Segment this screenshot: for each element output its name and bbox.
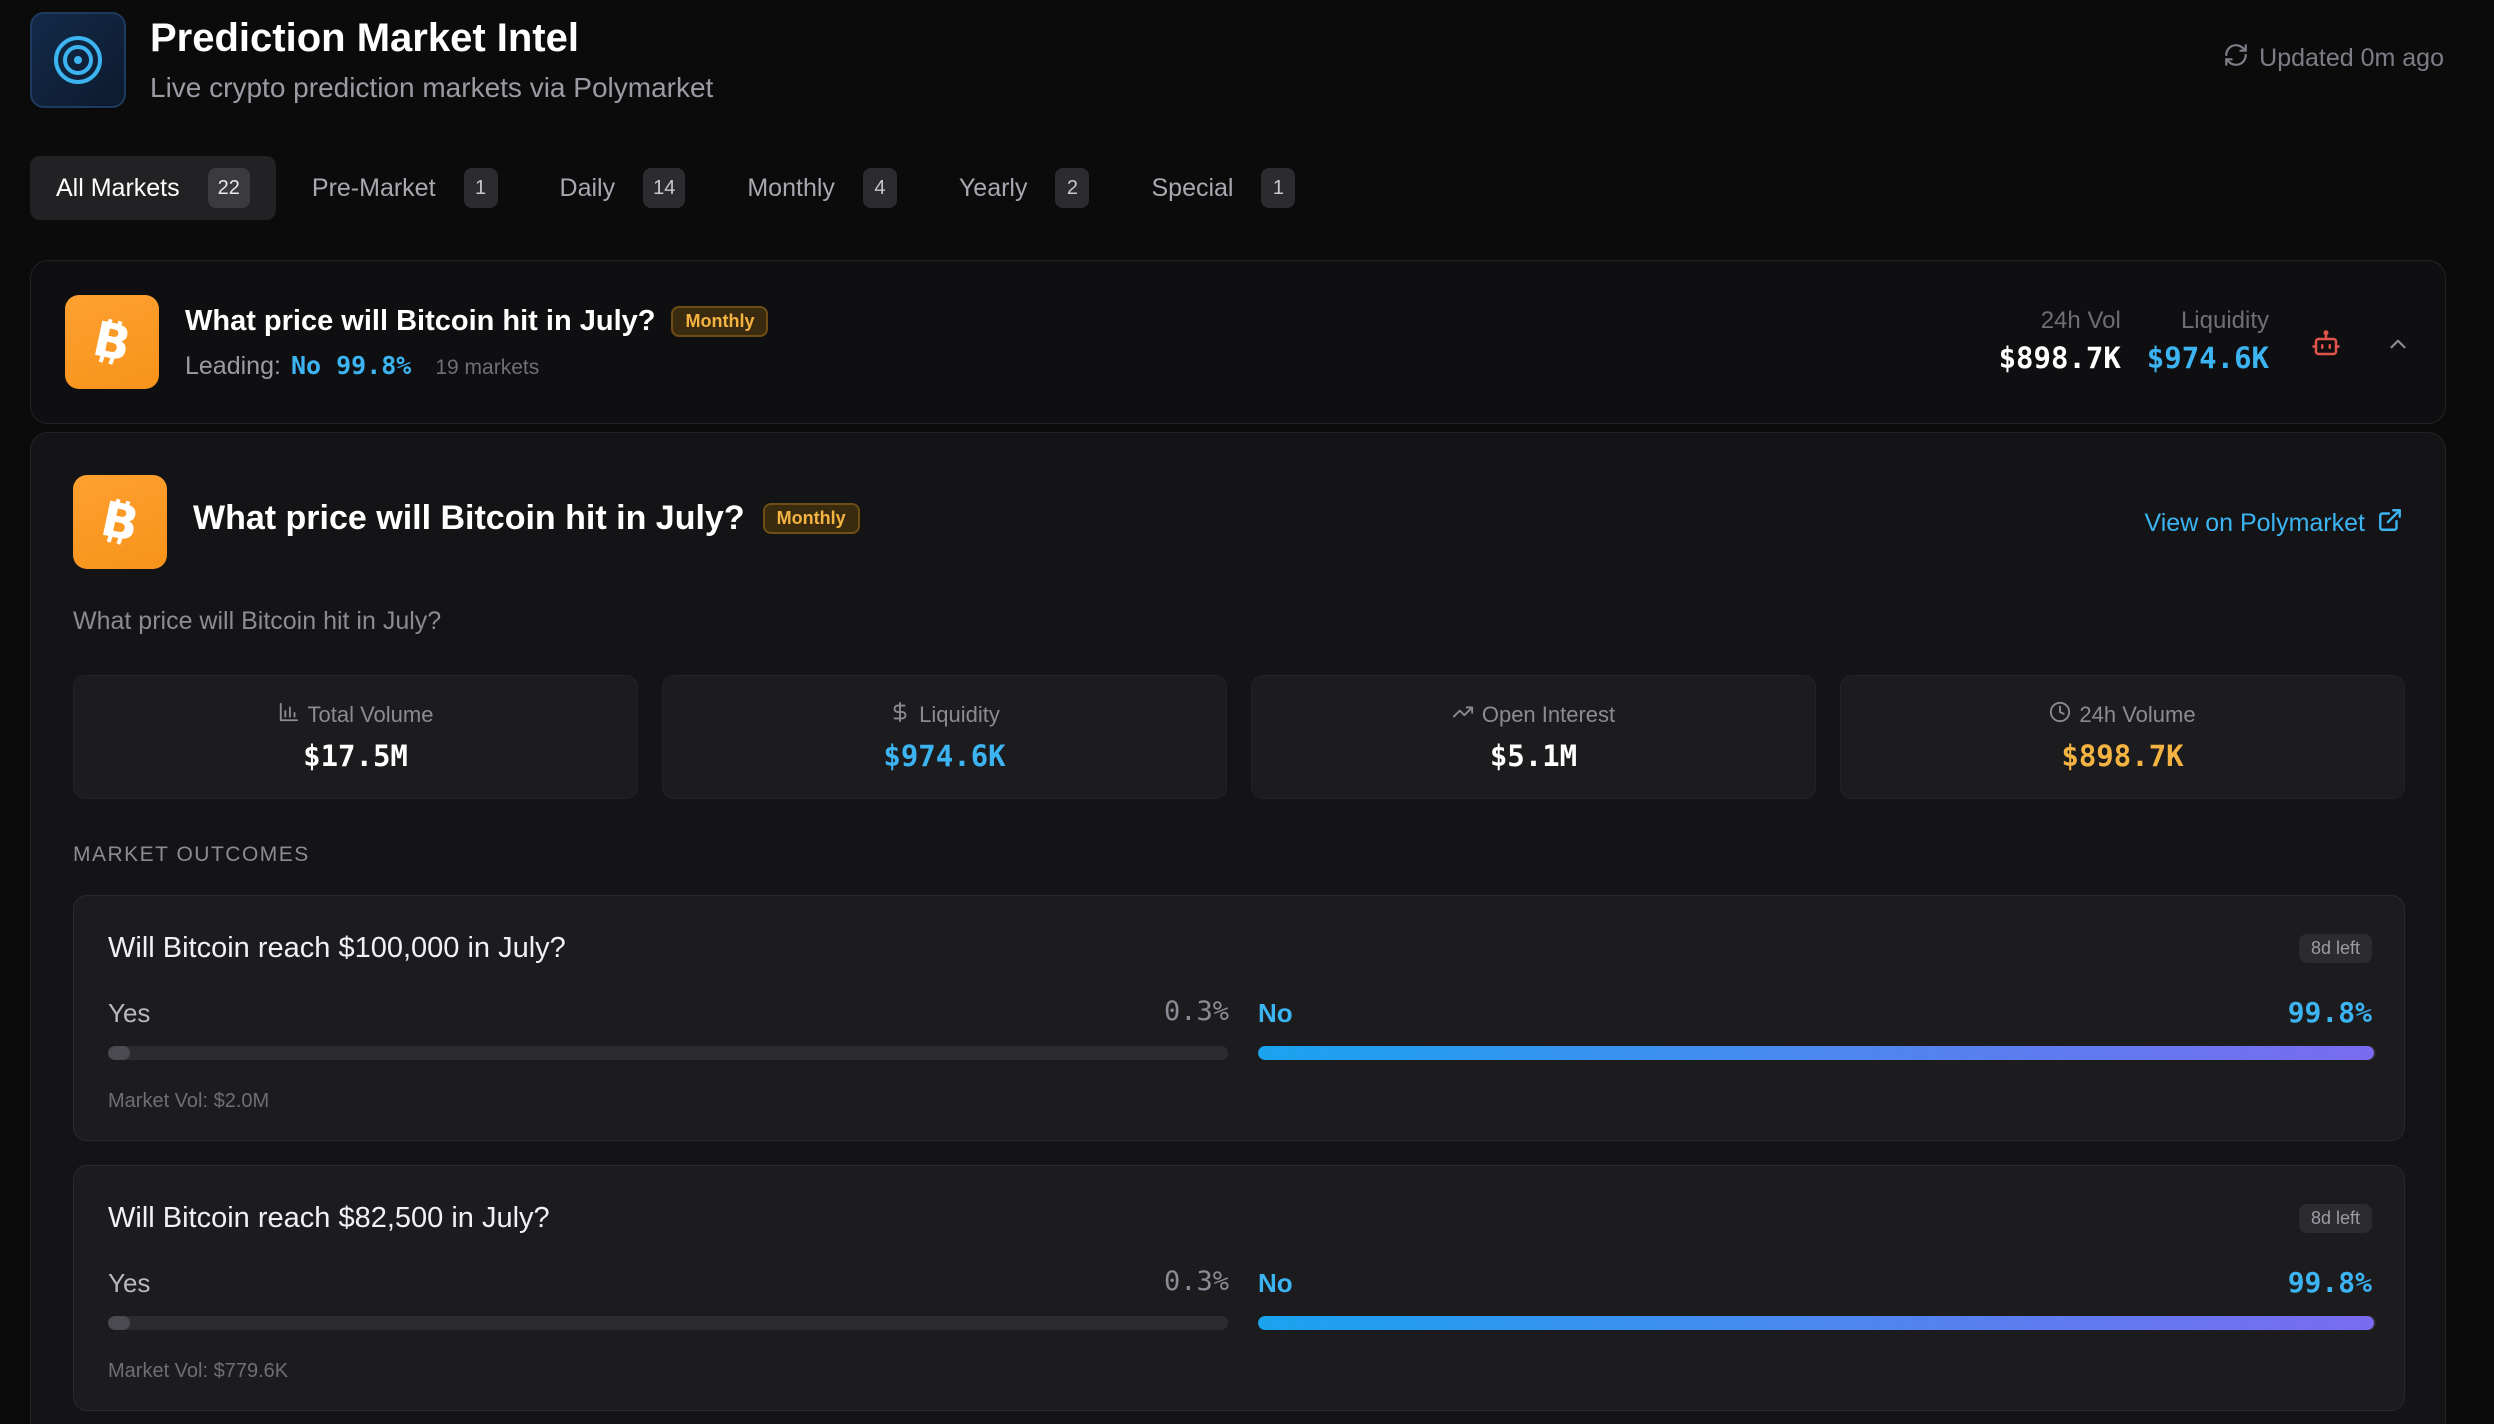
bitcoin-icon: B xyxy=(65,295,159,389)
tab-label: Pre-Market xyxy=(311,173,436,202)
liquidity-label: Liquidity xyxy=(2180,307,2269,334)
outcomes-heading: MARKET OUTCOMES xyxy=(73,843,310,866)
stat-total-volume: Total Volume $17.5M xyxy=(73,675,638,799)
detail-title-text: What price will Bitcoin hit in July? xyxy=(193,499,745,537)
tab-label: All Markets xyxy=(56,173,180,202)
stat-value: $898.7K xyxy=(2061,739,2184,773)
app-header: Prediction Market Intel Live crypto pred… xyxy=(30,12,2444,108)
stat-label: Open Interest xyxy=(1452,701,1615,729)
summary-stats: 24h Vol $898.7K Liquidity $974.6K xyxy=(1999,307,2269,375)
clock-icon xyxy=(2049,701,2071,729)
detail-title: What price will Bitcoin hit in July? Mon… xyxy=(193,499,860,538)
tab-monthly[interactable]: Monthly 4 xyxy=(721,156,923,220)
tab-special[interactable]: Special 1 xyxy=(1125,156,1321,220)
outcome-card[interactable]: Will Bitcoin reach $100,000 in July? 8d … xyxy=(73,895,2405,1141)
tab-yearly[interactable]: Yearly 2 xyxy=(933,156,1116,220)
outcome-question: Will Bitcoin reach $82,500 in July? xyxy=(108,1202,550,1234)
markets-count: 19 markets xyxy=(435,356,540,379)
stat-open-interest: Open Interest $5.1M xyxy=(1251,675,1816,799)
time-left-badge: 8d left xyxy=(2298,1204,2372,1233)
stat-label: 24h Volume xyxy=(2049,701,2196,729)
stat-value: $17.5M xyxy=(303,739,408,773)
market-stats: Total Volume $17.5M Liquidity $974.6K Op… xyxy=(73,675,2405,799)
chevron-up-icon[interactable] xyxy=(2385,331,2411,362)
tab-count: 1 xyxy=(1261,168,1296,208)
outcome-card[interactable]: Will Bitcoin reach $82,500 in July? 8d l… xyxy=(73,1165,2405,1411)
category-tabs: All Markets 22 Pre-Market 1 Daily 14 Mon… xyxy=(30,156,1321,220)
market-description: What price will Bitcoin hit in July? xyxy=(73,607,442,635)
no-progress-bar xyxy=(1258,1316,2376,1330)
outcome-question: Will Bitcoin reach $100,000 in July? xyxy=(108,932,566,964)
no-percent: 99.8% xyxy=(2287,996,2372,1029)
tab-label: Daily xyxy=(559,173,616,202)
stat-24h-volume: 24h Volume $898.7K xyxy=(1840,675,2405,799)
yes-label: Yes xyxy=(108,998,151,1028)
monthly-badge: Monthly xyxy=(671,306,769,337)
tab-count: 14 xyxy=(643,168,686,208)
no-progress-fill xyxy=(1258,1316,2374,1330)
summary-vol: 24h Vol $898.7K xyxy=(1999,307,2121,375)
tab-label: Special xyxy=(1151,173,1234,202)
tab-label: Monthly xyxy=(747,173,835,202)
link-text: View on Polymarket xyxy=(2144,509,2365,537)
summary-title: What price will Bitcoin hit in July? Mon… xyxy=(185,305,769,338)
market-detail-panel: B What price will Bitcoin hit in July? M… xyxy=(30,432,2446,1424)
yes-percent: 0.3% xyxy=(1164,996,1230,1027)
tab-count: 22 xyxy=(207,168,250,208)
tab-count: 2 xyxy=(1055,168,1090,208)
stat-label: Liquidity xyxy=(889,701,1000,729)
tab-daily[interactable]: Daily 14 xyxy=(534,156,712,220)
leading-label: Leading: xyxy=(185,352,281,380)
market-volume: Market Vol: $2.0M xyxy=(108,1090,270,1112)
time-left-badge: 8d left xyxy=(2298,934,2372,963)
yes-label: Yes xyxy=(108,1268,151,1298)
no-progress-bar xyxy=(1258,1046,2376,1060)
target-icon xyxy=(30,12,126,108)
market-volume: Market Vol: $779.6K xyxy=(108,1360,289,1382)
updated-text: Updated 0m ago xyxy=(2259,44,2444,72)
yes-progress-bar xyxy=(108,1316,1228,1330)
trending-up-icon xyxy=(1452,701,1474,729)
stat-liquidity: Liquidity $974.6K xyxy=(662,675,1227,799)
stat-label-text: Liquidity xyxy=(919,702,1000,727)
stat-value: $5.1M xyxy=(1489,739,1578,773)
no-label: No xyxy=(1258,998,1293,1028)
no-label: No xyxy=(1258,1268,1293,1298)
yes-progress-fill xyxy=(108,1046,131,1060)
yes-percent: 0.3% xyxy=(1164,1266,1230,1297)
monthly-badge: Monthly xyxy=(762,503,860,534)
leading-outcome: Leading: No 99.8% 19 markets xyxy=(185,351,539,381)
liquidity-value: $974.6K xyxy=(2146,341,2269,375)
tab-count: 4 xyxy=(862,168,897,208)
view-on-polymarket-link[interactable]: View on Polymarket xyxy=(2145,507,2403,540)
dollar-icon xyxy=(889,701,911,729)
tab-label: Yearly xyxy=(958,173,1028,202)
summary-liquidity: Liquidity $974.6K xyxy=(2147,307,2269,375)
stat-value: $974.6K xyxy=(883,739,1006,773)
summary-title-text: What price will Bitcoin hit in July? xyxy=(185,305,656,337)
market-summary-card[interactable]: B What price will Bitcoin hit in July? M… xyxy=(30,260,2446,424)
robot-icon[interactable] xyxy=(2311,329,2341,364)
no-progress-fill xyxy=(1258,1046,2374,1060)
stat-label: Total Volume xyxy=(278,701,434,729)
vol-value: $898.7K xyxy=(1998,341,2121,375)
stat-label-text: 24h Volume xyxy=(2079,702,2196,727)
stat-label-text: Open Interest xyxy=(1481,702,1616,727)
bar-chart-icon xyxy=(278,701,300,729)
leading-value: No 99.8% xyxy=(290,351,412,380)
vol-label: 24h Vol xyxy=(2040,307,2121,334)
tab-all-markets[interactable]: All Markets 22 xyxy=(30,156,276,220)
app-subtitle: Live crypto prediction markets via Polym… xyxy=(150,72,714,103)
updated-status[interactable]: Updated 0m ago xyxy=(2223,42,2444,75)
app-title: Prediction Market Intel xyxy=(150,16,579,60)
external-link-icon xyxy=(2377,507,2403,540)
bitcoin-icon: B xyxy=(73,475,167,569)
no-percent: 99.8% xyxy=(2287,1266,2372,1299)
stat-label-text: Total Volume xyxy=(307,702,434,727)
tab-pre-market[interactable]: Pre-Market 1 xyxy=(286,156,524,220)
yes-progress-bar xyxy=(108,1046,1228,1060)
tab-count: 1 xyxy=(463,168,498,208)
refresh-icon xyxy=(2223,42,2249,75)
yes-progress-fill xyxy=(108,1316,131,1330)
